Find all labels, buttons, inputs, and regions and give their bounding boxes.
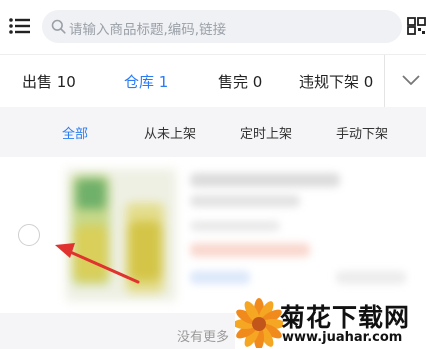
tab-divider <box>384 55 385 107</box>
site-watermark: 菊花下载网 www.juahar.com <box>235 296 426 349</box>
search-icon <box>51 19 66 34</box>
tab-on-sale[interactable]: 出售 10 <box>22 71 76 92</box>
product-thumbnail[interactable] <box>66 169 176 301</box>
chevron-down-icon[interactable] <box>396 67 426 93</box>
search-input[interactable]: 请输入商品标题,编码,链接 <box>42 10 402 43</box>
flower-logo-icon <box>235 298 283 348</box>
subtab-scheduled-listing[interactable]: 定时上架 <box>240 123 292 142</box>
subtab-all[interactable]: 全部 <box>62 123 88 142</box>
product-card[interactable] <box>0 157 426 313</box>
top-bar: 请输入商品标题,编码,链接 <box>0 0 426 54</box>
subtab-never-listed[interactable]: 从未上架 <box>144 123 196 142</box>
sub-tab-bar: 全部 从未上架 定时上架 手动下架 <box>0 107 426 155</box>
status-tab-bar: 出售 10 仓库 1 售完 0 违规下架 0 <box>0 54 426 108</box>
tab-sold-out[interactable]: 售完 0 <box>218 71 262 92</box>
tab-warehouse[interactable]: 仓库 1 <box>124 71 168 92</box>
product-info-blurred <box>186 167 416 307</box>
select-checkbox[interactable] <box>18 224 40 246</box>
scan-icon[interactable] <box>407 16 426 36</box>
bottle-shape <box>126 203 164 293</box>
bottle-shape <box>72 175 110 285</box>
no-more-text: 没有更多 <box>177 330 230 345</box>
subtab-manually-removed[interactable]: 手动下架 <box>336 123 388 142</box>
watermark-url: www.juahar.com <box>282 330 403 345</box>
search-placeholder: 请输入商品标题,编码,链接 <box>69 22 227 38</box>
menu-list-icon[interactable] <box>9 18 31 34</box>
tab-violation-removed[interactable]: 违规下架 0 <box>299 71 373 92</box>
watermark-title: 菊花下载网 <box>280 303 411 332</box>
